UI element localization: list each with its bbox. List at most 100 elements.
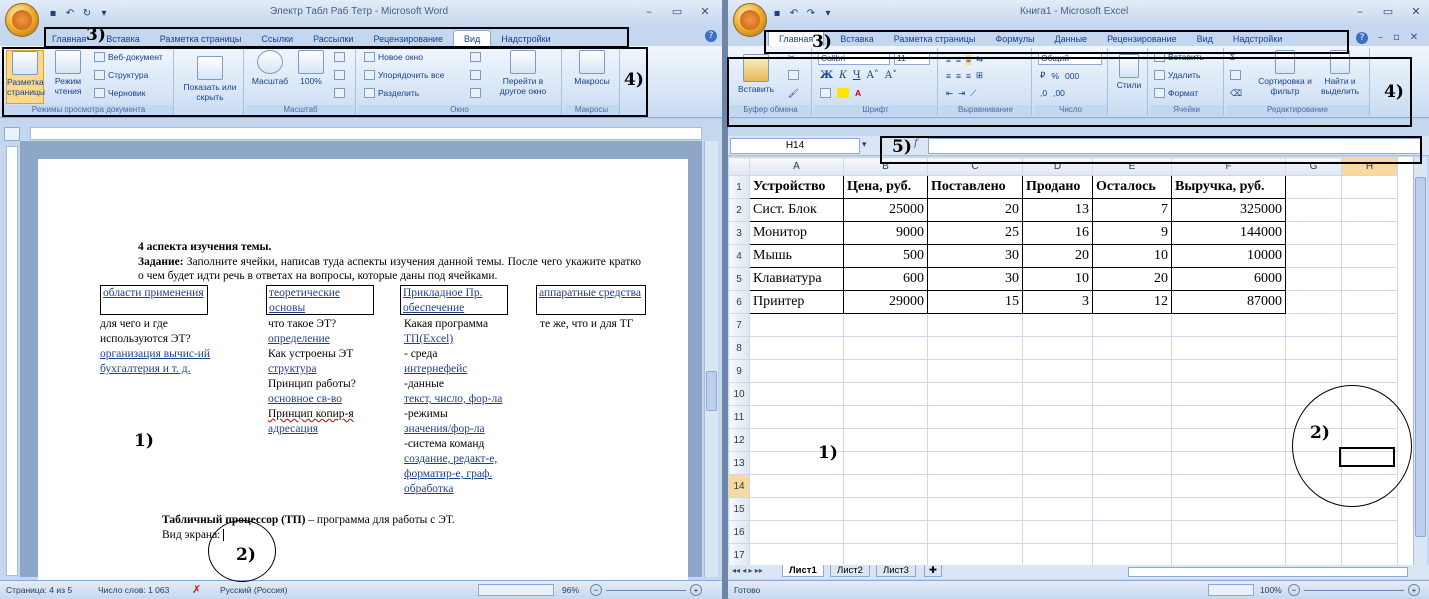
cell[interactable]: 12 <box>1092 290 1172 314</box>
word-scroll-thumb[interactable] <box>706 371 717 411</box>
cell[interactable] <box>1341 336 1398 360</box>
minimize-button[interactable]: – <box>1347 4 1373 21</box>
cell[interactable]: 25000 <box>843 198 928 222</box>
cell[interactable] <box>1092 359 1172 383</box>
name-box[interactable]: H14 <box>730 138 860 154</box>
undo-icon[interactable]: ↶ <box>63 7 77 21</box>
cell[interactable]: 3 <box>1022 290 1093 314</box>
cell[interactable]: 16 <box>1022 221 1093 245</box>
cell[interactable] <box>1341 267 1398 291</box>
cell[interactable] <box>1022 336 1093 360</box>
cell[interactable]: 7 <box>1092 198 1172 222</box>
cell[interactable] <box>1092 474 1172 498</box>
cell[interactable] <box>927 474 1023 498</box>
cell[interactable] <box>843 336 928 360</box>
zoom-in-icon[interactable]: + <box>1408 584 1420 596</box>
cell[interactable] <box>1171 497 1286 521</box>
zoom-slider[interactable] <box>1304 590 1404 591</box>
sheet-tab-3[interactable]: Лист3 <box>876 565 916 577</box>
cell[interactable]: 20 <box>1092 267 1172 291</box>
cell[interactable]: 6000 <box>1171 267 1286 291</box>
vertical-ruler[interactable] <box>6 146 18 576</box>
minimize-button[interactable]: – <box>636 4 662 21</box>
zoom-out-icon[interactable]: − <box>1288 584 1300 596</box>
cell[interactable]: 10 <box>1092 244 1172 268</box>
cell[interactable] <box>1341 175 1398 199</box>
cell[interactable] <box>1285 175 1342 199</box>
cell[interactable] <box>749 543 844 567</box>
aspect-box-2[interactable]: теоретические основы <box>266 285 374 315</box>
wb-restore-icon[interactable]: ▫ <box>1393 32 1400 44</box>
ruler-toggle-icon[interactable] <box>4 127 20 141</box>
row-header[interactable]: 1 <box>728 175 750 199</box>
office-button[interactable] <box>733 3 767 37</box>
help-icon[interactable]: ? <box>705 30 717 42</box>
cell[interactable]: 9 <box>1092 221 1172 245</box>
row-header[interactable]: 2 <box>728 198 750 222</box>
wb-close-icon[interactable]: ✕ <box>1410 32 1418 44</box>
cell[interactable] <box>843 520 928 544</box>
cell[interactable] <box>1092 520 1172 544</box>
cell[interactable] <box>927 451 1023 475</box>
cell[interactable] <box>749 474 844 498</box>
zoom-level[interactable]: 96% <box>562 585 579 595</box>
horizontal-scrollbar[interactable] <box>1128 567 1408 577</box>
cell[interactable] <box>1285 244 1342 268</box>
cell[interactable] <box>843 497 928 521</box>
cell[interactable] <box>1341 244 1398 268</box>
row-header[interactable]: 13 <box>728 451 750 475</box>
view-buttons[interactable] <box>478 584 554 596</box>
cell[interactable] <box>927 497 1023 521</box>
cell[interactable] <box>1092 382 1172 406</box>
close-button[interactable]: ✕ <box>1403 4 1429 21</box>
sheet-tab-2[interactable]: Лист2 <box>830 565 870 577</box>
cell[interactable]: 87000 <box>1171 290 1286 314</box>
cell[interactable]: 30 <box>927 244 1023 268</box>
cell[interactable] <box>1092 405 1172 429</box>
cell[interactable] <box>749 359 844 383</box>
row-header[interactable]: 15 <box>728 497 750 521</box>
cell[interactable]: Принтер <box>749 290 844 314</box>
cell[interactable] <box>927 359 1023 383</box>
cell[interactable] <box>1285 267 1342 291</box>
cell[interactable]: 325000 <box>1171 198 1286 222</box>
cell[interactable] <box>1092 313 1172 337</box>
cell[interactable] <box>1285 221 1342 245</box>
cell[interactable] <box>1092 428 1172 452</box>
cell[interactable] <box>1171 359 1286 383</box>
word-count[interactable]: Число слов: 1 063 <box>98 585 169 595</box>
cell[interactable]: 25 <box>927 221 1023 245</box>
maximize-button[interactable]: ▭ <box>664 4 690 21</box>
cell[interactable] <box>1171 428 1286 452</box>
row-header[interactable]: 12 <box>728 428 750 452</box>
row-header[interactable]: 4 <box>728 244 750 268</box>
cell[interactable] <box>1022 520 1093 544</box>
cell[interactable] <box>927 520 1023 544</box>
cell[interactable]: Продано <box>1022 175 1093 199</box>
new-sheet-icon[interactable]: ✚ <box>924 565 942 577</box>
cell[interactable] <box>843 428 928 452</box>
cell[interactable] <box>749 520 844 544</box>
cell[interactable] <box>1171 382 1286 406</box>
word-vertical-scrollbar[interactable] <box>704 141 718 577</box>
customize-qat-icon[interactable]: ▾ <box>97 7 111 21</box>
cell[interactable] <box>1341 543 1398 567</box>
aspect-box-3[interactable]: Прикладное Пр. обеспечение <box>400 285 508 315</box>
cell[interactable] <box>1285 290 1342 314</box>
cell[interactable] <box>843 382 928 406</box>
cell[interactable] <box>1171 405 1286 429</box>
cell[interactable] <box>843 359 928 383</box>
cell[interactable]: 10 <box>1022 267 1093 291</box>
cell[interactable] <box>927 543 1023 567</box>
cell[interactable] <box>1285 359 1342 383</box>
cell[interactable] <box>1022 382 1093 406</box>
cell[interactable] <box>1341 520 1398 544</box>
cell[interactable]: Сист. Блок <box>749 198 844 222</box>
cell[interactable] <box>1022 497 1093 521</box>
cell[interactable] <box>1341 313 1398 337</box>
cell[interactable] <box>843 474 928 498</box>
cell[interactable] <box>1171 520 1286 544</box>
redo-icon[interactable]: ↷ <box>804 7 818 21</box>
undo-icon[interactable]: ↶ <box>787 7 801 21</box>
cell[interactable] <box>1171 474 1286 498</box>
